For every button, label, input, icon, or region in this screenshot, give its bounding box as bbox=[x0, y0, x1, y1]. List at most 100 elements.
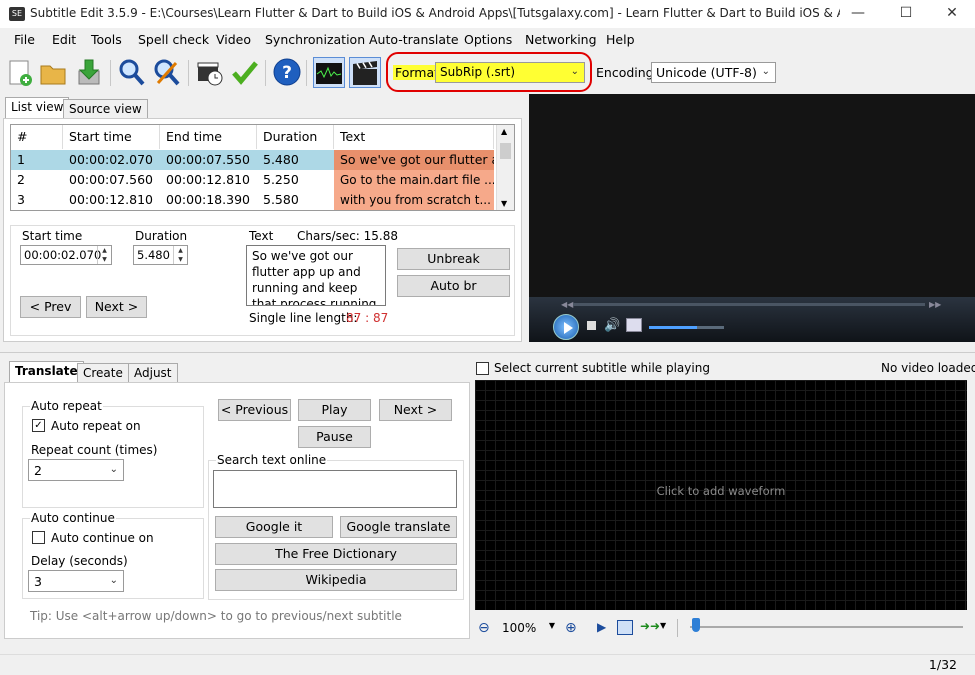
auto-repeat-title: Auto repeat bbox=[30, 399, 103, 413]
free-dictionary-button[interactable]: The Free Dictionary bbox=[215, 543, 457, 565]
maximize-button[interactable]: ☐ bbox=[883, 0, 929, 28]
subtitle-text-field[interactable]: So we've got our flutter app up and runn… bbox=[246, 245, 386, 306]
play-waveform-icon[interactable]: ▶ bbox=[597, 620, 606, 634]
select-current-label: Select current subtitle while playing bbox=[494, 361, 710, 375]
wikipedia-button[interactable]: Wikipedia bbox=[215, 569, 457, 591]
download-icon[interactable] bbox=[74, 57, 104, 88]
waveform-toggle-icon[interactable] bbox=[313, 57, 345, 88]
encoding-label: Encoding bbox=[596, 65, 654, 80]
divider bbox=[677, 619, 678, 637]
auto-repeat-on-label: Auto repeat on bbox=[51, 419, 141, 433]
menu-file[interactable]: File bbox=[14, 32, 35, 47]
menu-tools[interactable]: Tools bbox=[91, 32, 122, 47]
column-header-end[interactable]: End time bbox=[160, 125, 257, 149]
cell-duration: 5.480 bbox=[263, 152, 299, 167]
zoom-in-icon[interactable]: ⊕ bbox=[565, 620, 577, 636]
stepper-down-icon[interactable]: ▼ bbox=[173, 255, 187, 264]
previous-button[interactable]: < Previous bbox=[218, 399, 291, 421]
tab-create[interactable]: Create bbox=[77, 363, 129, 383]
scroll-thumb[interactable] bbox=[500, 143, 511, 159]
column-header-start[interactable]: Start time bbox=[63, 125, 160, 149]
stepper-down-icon[interactable]: ▼ bbox=[97, 255, 111, 264]
close-button[interactable]: ✕ bbox=[929, 0, 975, 28]
stop-icon[interactable] bbox=[587, 321, 596, 330]
single-line-length-value: 87 : 87 bbox=[346, 311, 389, 325]
scroll-up-icon[interactable]: ▲ bbox=[501, 127, 507, 136]
subtitle-grid[interactable]: # Start time End time Duration Text 1 00… bbox=[10, 124, 515, 211]
replace-icon[interactable] bbox=[152, 57, 182, 88]
auto-br-button[interactable]: Auto br bbox=[397, 275, 510, 297]
select-current-checkbox[interactable] bbox=[476, 362, 489, 375]
divider bbox=[0, 352, 975, 353]
encoding-dropdown[interactable]: Unicode (UTF-8) ⌄ bbox=[651, 62, 776, 83]
find-icon[interactable] bbox=[117, 57, 147, 88]
column-header-number[interactable]: # bbox=[11, 125, 63, 149]
stepper-up-icon[interactable]: ▲ bbox=[173, 246, 187, 255]
start-time-stepper[interactable]: 00:00:02.070 ▲ ▼ bbox=[20, 245, 112, 265]
pause-button[interactable]: Pause bbox=[298, 426, 371, 448]
translate-next-button[interactable]: Next > bbox=[379, 399, 452, 421]
scroll-down-icon[interactable]: ▼ bbox=[501, 199, 507, 208]
tab-list-view[interactable]: List view bbox=[5, 97, 70, 119]
unbreak-button[interactable]: Unbreak bbox=[397, 248, 510, 270]
zoom-dropdown[interactable]: 100% ▼ bbox=[498, 617, 559, 639]
prev-button[interactable]: < Prev bbox=[20, 296, 81, 318]
new-file-icon[interactable] bbox=[5, 57, 35, 88]
menu-video[interactable]: Video bbox=[216, 32, 251, 47]
grid-scrollbar[interactable]: ▲ ▼ bbox=[496, 125, 514, 210]
fullscreen-icon[interactable] bbox=[626, 318, 642, 332]
table-row[interactable]: 1 00:00:02.070 00:00:07.550 5.480 So we'… bbox=[11, 150, 494, 170]
tab-source-view[interactable]: Source view bbox=[63, 99, 148, 119]
duration-stepper[interactable]: 5.480 ▲ ▼ bbox=[133, 245, 188, 265]
video-seek-bar[interactable] bbox=[573, 303, 925, 306]
chevron-down-icon: ⌄ bbox=[570, 66, 579, 77]
table-row[interactable]: 3 00:00:12.810 00:00:18.390 5.580 with y… bbox=[11, 190, 494, 210]
minimize-button[interactable]: — bbox=[835, 0, 881, 28]
menu-options[interactable]: Options bbox=[464, 32, 512, 47]
column-header-duration[interactable]: Duration bbox=[257, 125, 334, 149]
position-slider-thumb[interactable] bbox=[692, 618, 700, 632]
position-track[interactable] bbox=[690, 626, 963, 628]
auto-repeat-checkbox[interactable]: ✓ bbox=[32, 419, 45, 432]
spell-check-icon[interactable] bbox=[230, 57, 260, 88]
menu-help[interactable]: Help bbox=[606, 32, 635, 47]
video-toggle-icon[interactable] bbox=[349, 57, 381, 88]
delay-dropdown[interactable]: 3 ⌄ bbox=[28, 570, 124, 592]
menu-spell-check[interactable]: Spell check bbox=[138, 32, 209, 47]
rewind-icon[interactable]: ◀◀ bbox=[561, 300, 573, 309]
search-text-field[interactable] bbox=[213, 470, 457, 508]
zoom-out-icon[interactable]: ⊖ bbox=[478, 620, 490, 636]
repeat-count-value: 2 bbox=[34, 463, 42, 478]
format-label: Format bbox=[393, 65, 442, 80]
forward-icon[interactable]: ▶▶ bbox=[929, 300, 941, 309]
repeat-count-label: Repeat count (times) bbox=[31, 443, 158, 457]
table-row[interactable]: 2 00:00:07.560 00:00:12.810 5.250 Go to … bbox=[11, 170, 494, 190]
tab-translate[interactable]: Translate bbox=[9, 361, 84, 383]
cell-end: 00:00:12.810 bbox=[166, 172, 250, 187]
visual-sync-icon[interactable] bbox=[195, 57, 225, 88]
duration-label: Duration bbox=[135, 229, 188, 243]
menu-auto-translate[interactable]: Auto-translate bbox=[369, 32, 459, 47]
play-icon[interactable] bbox=[553, 314, 579, 340]
google-it-button[interactable]: Google it bbox=[215, 516, 333, 538]
auto-continue-title: Auto continue bbox=[30, 511, 116, 525]
format-dropdown[interactable]: SubRip (.srt) ⌄ bbox=[435, 62, 585, 83]
menu-synchronization[interactable]: Synchronization bbox=[265, 32, 365, 47]
help-icon[interactable]: ? bbox=[272, 57, 302, 88]
google-translate-button[interactable]: Google translate bbox=[340, 516, 457, 538]
repeat-count-dropdown[interactable]: 2 ⌄ bbox=[28, 459, 124, 481]
menu-networking[interactable]: Networking bbox=[525, 32, 597, 47]
text-label: Text bbox=[249, 229, 274, 243]
play-button[interactable]: Play bbox=[298, 399, 371, 421]
stepper-up-icon[interactable]: ▲ bbox=[97, 246, 111, 255]
menu-edit[interactable]: Edit bbox=[52, 32, 76, 47]
column-header-text[interactable]: Text bbox=[334, 125, 494, 149]
chevron-down-icon[interactable]: ▼ bbox=[660, 621, 666, 630]
next-button[interactable]: Next > bbox=[86, 296, 147, 318]
tab-adjust[interactable]: Adjust bbox=[128, 363, 178, 383]
auto-continue-checkbox[interactable] bbox=[32, 531, 45, 544]
volume-icon[interactable]: 🔊 bbox=[604, 318, 620, 333]
grid-icon[interactable] bbox=[617, 620, 633, 635]
forward-arrows-icon[interactable]: ➜➜ bbox=[640, 619, 660, 633]
open-folder-icon[interactable] bbox=[38, 57, 68, 88]
